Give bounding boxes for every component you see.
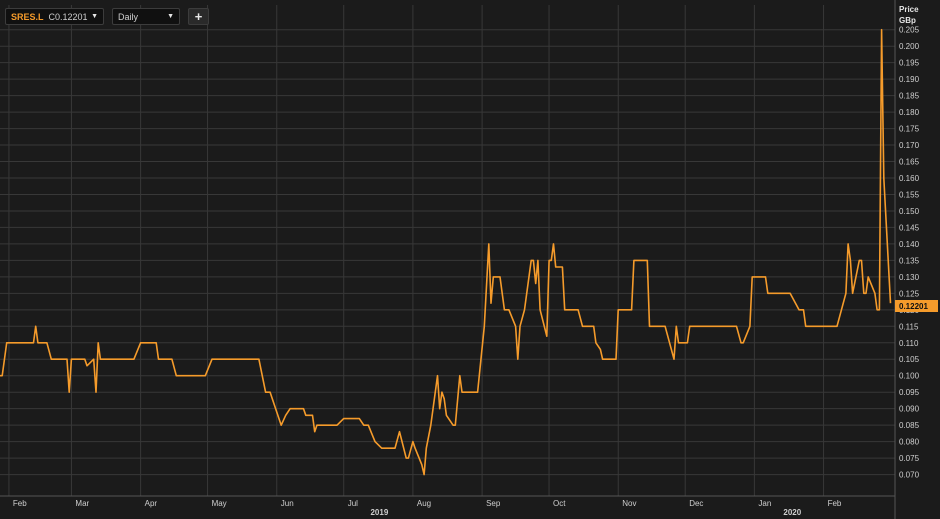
y-tick-label: 0.175 xyxy=(899,125,920,134)
y-tick-label: 0.180 xyxy=(899,108,920,117)
y-tick-label: 0.110 xyxy=(899,339,919,348)
interval-selector[interactable]: Daily ▼ xyxy=(112,8,180,25)
y-tick-label: 0.075 xyxy=(899,454,920,463)
y-tick-label: 0.205 xyxy=(899,26,920,35)
price-axis-title: Price xyxy=(899,5,919,14)
x-tick-label: Feb xyxy=(828,499,842,508)
x-tick-label: May xyxy=(212,499,227,508)
x-tick-label: Aug xyxy=(417,499,431,508)
y-tick-label: 0.165 xyxy=(899,158,920,167)
y-tick-label: 0.105 xyxy=(899,355,920,364)
x-tick-label: Jan xyxy=(758,499,771,508)
y-tick-label: 0.145 xyxy=(899,223,920,232)
year-label: 2019 xyxy=(370,508,388,517)
y-tick-label: 0.130 xyxy=(899,273,920,282)
y-tick-label: 0.190 xyxy=(899,75,920,84)
y-tick-label: 0.140 xyxy=(899,240,920,249)
y-tick-label: 0.195 xyxy=(899,59,920,68)
x-tick-label: Dec xyxy=(689,499,703,508)
x-tick-label: Mar xyxy=(75,499,89,508)
y-tick-label: 0.070 xyxy=(899,471,920,480)
x-tick-label: Jun xyxy=(281,499,294,508)
price-axis-unit: GBp xyxy=(899,16,916,25)
chevron-down-icon[interactable]: ▼ xyxy=(167,13,174,20)
chart-toolbar: SRES.L C 0.12201 ▼ Daily ▼ + xyxy=(5,8,209,25)
interval-label: Daily xyxy=(118,11,139,22)
x-tick-label: Sep xyxy=(486,499,501,508)
close-value: 0.12201 xyxy=(55,11,88,22)
symbol-selector[interactable]: SRES.L C 0.12201 ▼ xyxy=(5,8,104,25)
add-button[interactable]: + xyxy=(188,8,209,25)
y-tick-label: 0.095 xyxy=(899,388,920,397)
y-tick-label: 0.150 xyxy=(899,207,920,216)
y-tick-label: 0.185 xyxy=(899,92,920,101)
y-tick-label: 0.080 xyxy=(899,438,920,447)
chevron-down-icon[interactable]: ▼ xyxy=(91,13,98,20)
x-tick-label: Jul xyxy=(348,499,358,508)
y-tick-label: 0.085 xyxy=(899,421,920,430)
y-tick-label: 0.115 xyxy=(899,322,919,331)
price-axis-header: Price GBp xyxy=(899,4,919,26)
x-tick-label: Feb xyxy=(13,499,27,508)
x-tick-label: Nov xyxy=(622,499,636,508)
ticker-label: SRES.L xyxy=(11,11,44,22)
x-tick-label: Apr xyxy=(145,499,158,508)
year-label: 2020 xyxy=(783,508,801,517)
y-tick-label: 0.135 xyxy=(899,256,920,265)
x-tick-label: Oct xyxy=(553,499,566,508)
price-chart[interactable]: 0.070 0.075 0.080 0.085 0.090 0.095 0.100 0.105… xyxy=(0,0,940,519)
y-tick-label: 0.090 xyxy=(899,405,920,414)
plus-icon: + xyxy=(194,9,203,24)
y-tick-label: 0.100 xyxy=(899,372,920,381)
y-tick-label: 0.125 xyxy=(899,289,920,298)
y-tick-label: 0.160 xyxy=(899,174,920,183)
y-tick-label: 0.155 xyxy=(899,190,920,199)
y-tick-label: 0.200 xyxy=(899,42,920,51)
y-tick-label: 0.170 xyxy=(899,141,920,150)
last-price-tag: 0.12201 xyxy=(895,300,938,312)
